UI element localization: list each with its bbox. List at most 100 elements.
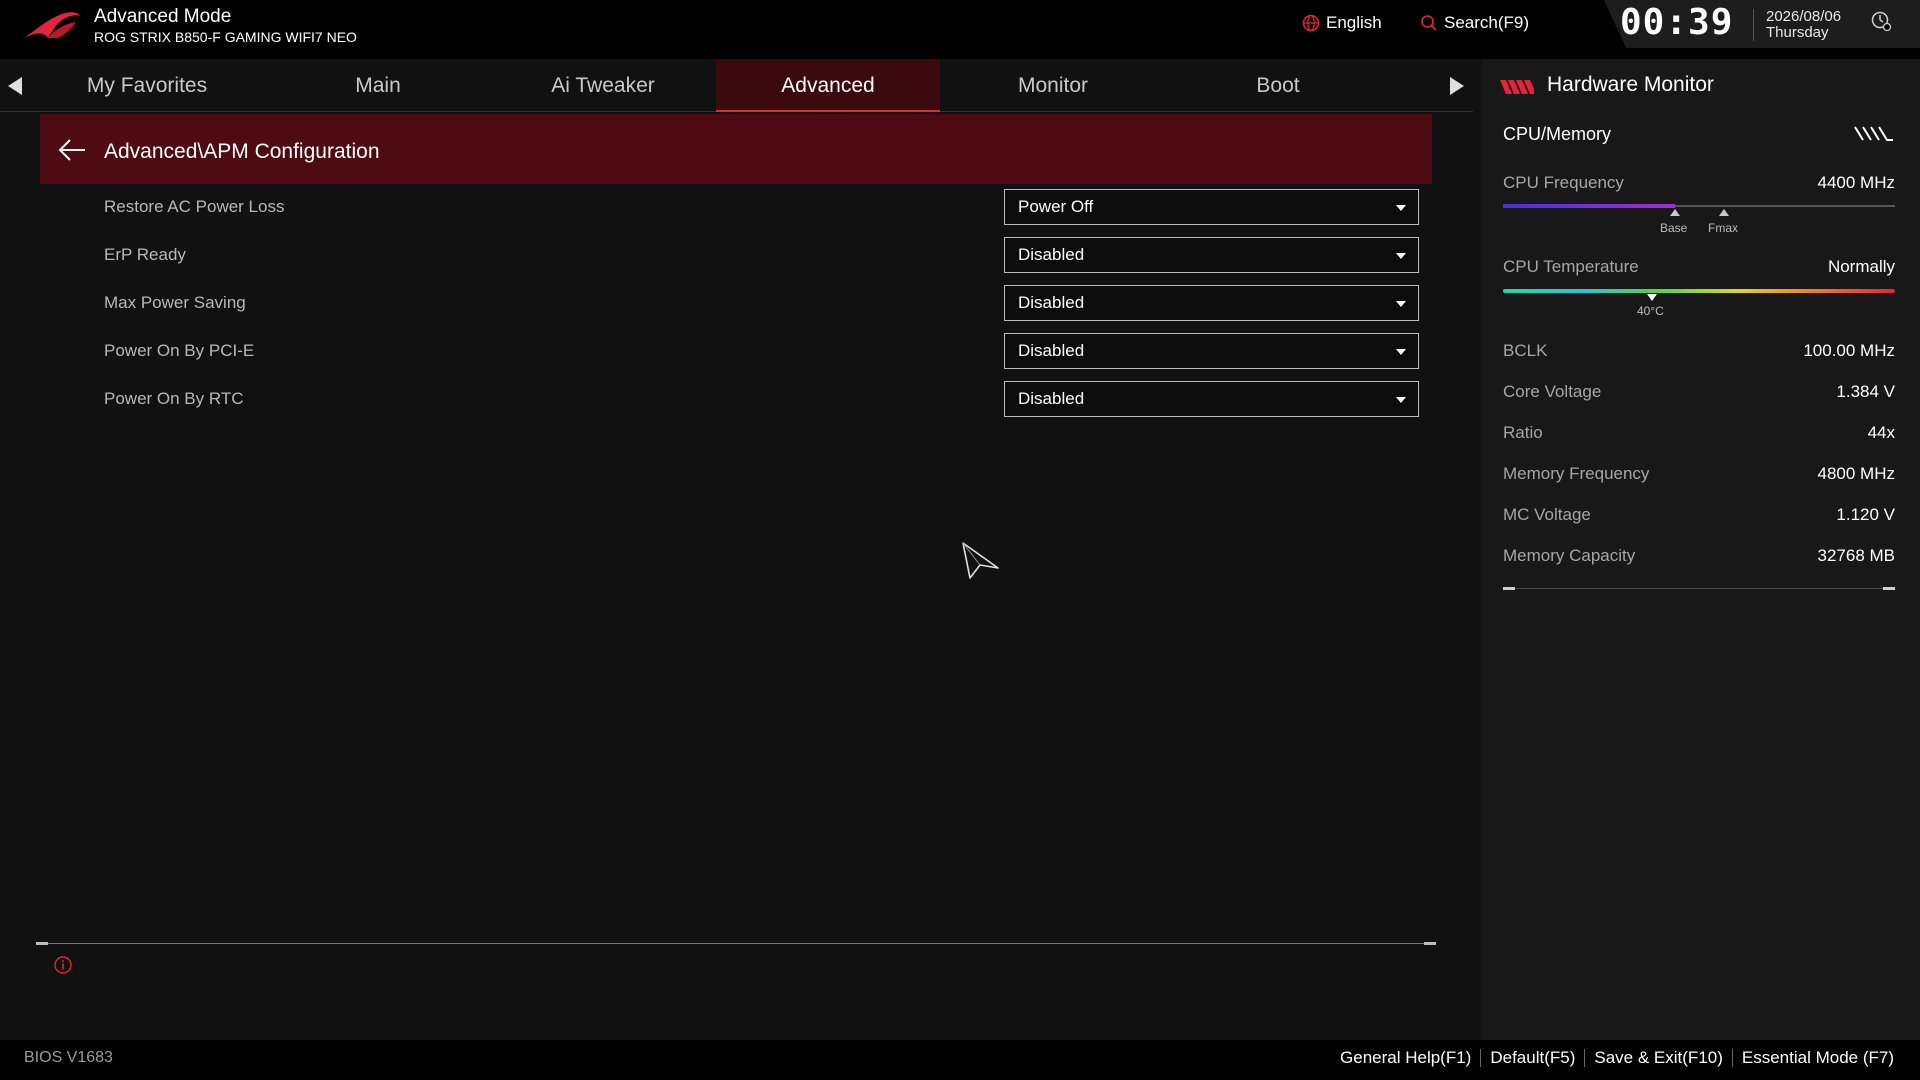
temperature-marker-label: 40°C	[1636, 304, 1664, 318]
help-divider	[36, 943, 1436, 944]
setting-label-restore-ac-power-loss[interactable]: Restore AC Power Loss	[104, 197, 284, 217]
max-power-saving-dropdown[interactable]: Disabled	[1004, 285, 1419, 321]
language-label: English	[1326, 13, 1382, 32]
hm-label: CPU Frequency	[1503, 173, 1624, 192]
dropdown-value: Power Off	[1018, 197, 1094, 216]
tab-boot[interactable]: Boot	[1166, 59, 1390, 112]
tab-monitor[interactable]: Monitor	[941, 59, 1165, 112]
tab-my-favorites[interactable]: My Favorites	[35, 59, 259, 112]
hm-row-bclk: BCLK 100.00 MHz	[1503, 341, 1895, 361]
bios-screen: Advanced Mode ROG STRIX B850-F GAMING WI…	[0, 0, 1920, 1080]
tab-ai-tweaker[interactable]: Ai Tweaker	[491, 59, 715, 112]
general-help-button[interactable]: General Help(F1)	[1340, 1048, 1471, 1068]
erp-ready-dropdown[interactable]: Disabled	[1004, 237, 1419, 273]
essential-mode-button[interactable]: Essential Mode (F7)	[1742, 1048, 1894, 1068]
temperature-marker-icon	[1646, 294, 1657, 301]
search-button[interactable]: Search(F9)	[1420, 13, 1529, 33]
hm-value: 1.120 V	[1836, 505, 1895, 524]
weekday-value: Thursday	[1766, 24, 1829, 41]
default-button[interactable]: Default(F5)	[1490, 1048, 1575, 1068]
mouse-pointer-icon	[962, 542, 999, 579]
hm-value: 44x	[1867, 423, 1895, 442]
caret-down-icon	[1396, 253, 1406, 259]
date-value: 2026/08/06	[1766, 8, 1842, 25]
restore-ac-power-loss-dropdown[interactable]: Power Off	[1004, 189, 1419, 225]
hardware-monitor-title: Hardware Monitor	[1547, 73, 1714, 96]
hm-value: Normally	[1827, 257, 1895, 276]
setting-label-power-on-by-pcie[interactable]: Power On By PCI-E	[104, 341, 254, 361]
cpu-temperature-bar	[1503, 289, 1895, 293]
clock-settings-icon[interactable]	[1870, 10, 1892, 32]
footer-divider	[1731, 1049, 1733, 1067]
top-bar: Advanced Mode ROG STRIX B850-F GAMING WI…	[0, 0, 1920, 59]
tab-main[interactable]: Main	[266, 59, 490, 112]
hm-label: MC Voltage	[1503, 505, 1591, 524]
tab-bar: My Favorites Main Ai Tweaker Advanced Mo…	[0, 59, 1473, 112]
section-stripes-icon[interactable]	[1854, 125, 1894, 142]
cpu-temperature-row: CPU Temperature Normally	[1503, 257, 1895, 277]
bios-version: BIOS V1683	[24, 1049, 113, 1066]
setting-label-max-power-saving[interactable]: Max Power Saving	[104, 293, 246, 313]
hm-label: Ratio	[1503, 423, 1543, 442]
hm-value: 100.00 MHz	[1803, 341, 1895, 360]
cpu-memory-section-title: CPU/Memory	[1503, 124, 1612, 144]
dropdown-value: Disabled	[1018, 293, 1085, 312]
power-on-by-rtc-dropdown[interactable]: Disabled	[1004, 381, 1419, 417]
date-display: 2026/08/06 Thursday	[1766, 9, 1841, 41]
footer-divider	[1480, 1049, 1482, 1067]
hm-scroll-cap	[1503, 587, 1515, 590]
board-name: ROG STRIX B850-F GAMING WIFI7 NEO	[94, 29, 357, 45]
date-divider	[1753, 9, 1754, 41]
hm-row-mc-voltage: MC Voltage 1.120 V	[1503, 505, 1895, 525]
base-marker-label: Base	[1660, 221, 1688, 235]
search-icon	[1421, 15, 1437, 31]
save-exit-button[interactable]: Save & Exit(F10)	[1594, 1048, 1723, 1068]
footer-links: General Help(F1) Default(F5) Save & Exit…	[1340, 1048, 1894, 1068]
hm-row-memory-frequency: Memory Frequency 4800 MHz	[1503, 464, 1895, 484]
power-on-by-pcie-dropdown[interactable]: Disabled	[1004, 333, 1419, 369]
caret-down-icon	[1396, 205, 1406, 211]
hm-value: 4400 MHz	[1817, 173, 1895, 192]
clock-time: 00:39	[1620, 2, 1734, 43]
hm-value: 32768 MB	[1817, 546, 1896, 565]
hm-scroll-track[interactable]	[1503, 588, 1895, 589]
info-icon	[54, 956, 72, 974]
help-divider-cap	[36, 942, 48, 945]
hm-value: 4800 MHz	[1817, 464, 1895, 483]
dropdown-value: Disabled	[1018, 389, 1085, 408]
hm-label: BCLK	[1503, 341, 1548, 360]
search-label: Search(F9)	[1444, 13, 1530, 32]
footer-divider	[1584, 1049, 1586, 1067]
tab-scroll-left-icon[interactable]	[8, 77, 22, 95]
rog-logo-icon	[24, 12, 80, 38]
help-divider-cap	[1424, 942, 1436, 945]
back-arrow-icon[interactable]	[57, 138, 87, 162]
cpu-frequency-fill	[1503, 204, 1676, 208]
tab-advanced[interactable]: Advanced	[716, 59, 940, 112]
hm-label: Memory Capacity	[1503, 546, 1636, 565]
language-selector[interactable]: English	[1302, 13, 1382, 33]
breadcrumb: Advanced\APM Configuration	[104, 140, 380, 163]
tab-scroll-right-icon[interactable]	[1450, 77, 1464, 95]
setting-label-erp-ready[interactable]: ErP Ready	[104, 245, 186, 265]
hm-row-core-voltage: Core Voltage 1.384 V	[1503, 382, 1895, 402]
cpu-frequency-row: CPU Frequency 4400 MHz	[1503, 173, 1895, 193]
globe-icon	[1302, 14, 1320, 32]
hm-label: CPU Temperature	[1503, 257, 1639, 276]
dropdown-value: Disabled	[1018, 341, 1085, 360]
hm-label: Core Voltage	[1503, 382, 1602, 401]
caret-down-icon	[1396, 349, 1406, 355]
hm-scroll-cap	[1883, 587, 1895, 590]
fmax-marker-label: Fmax	[1708, 221, 1738, 235]
hm-label: Memory Frequency	[1503, 464, 1650, 483]
dropdown-value: Disabled	[1018, 245, 1085, 264]
caret-down-icon	[1396, 397, 1406, 403]
hm-row-memory-capacity: Memory Capacity 32768 MB	[1503, 546, 1895, 566]
base-marker-icon	[1670, 209, 1680, 216]
hardware-monitor-icon	[1500, 80, 1534, 94]
setting-label-power-on-by-rtc[interactable]: Power On By RTC	[104, 389, 244, 409]
fmax-marker-icon	[1719, 209, 1729, 216]
caret-down-icon	[1396, 301, 1406, 307]
hm-row-ratio: Ratio 44x	[1503, 423, 1895, 443]
hm-value: 1.384 V	[1836, 382, 1895, 401]
